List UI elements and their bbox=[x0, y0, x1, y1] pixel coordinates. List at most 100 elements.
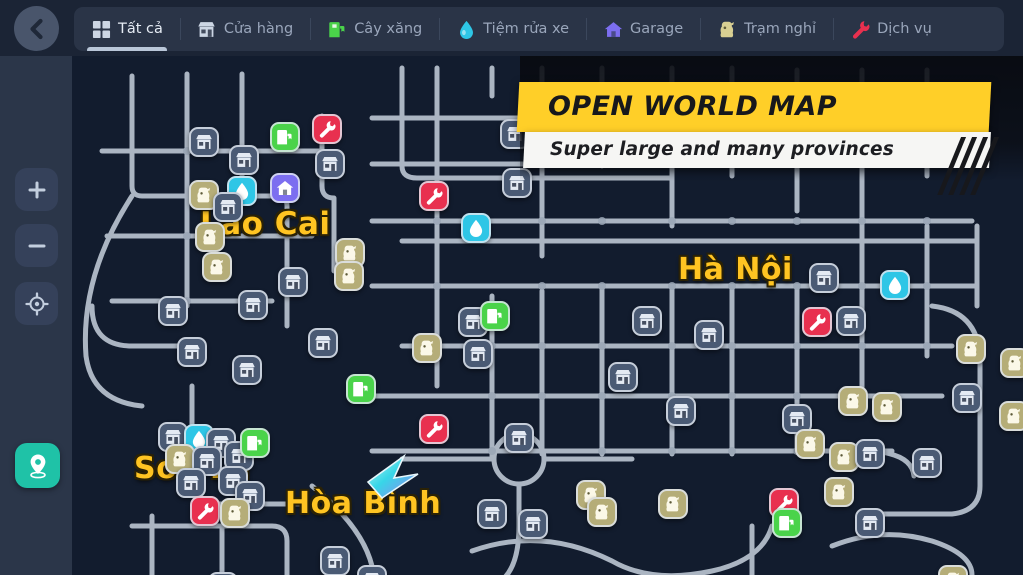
map-pin-icon bbox=[26, 453, 50, 479]
map-marker-service[interactable] bbox=[419, 414, 449, 444]
map-marker-shop[interactable] bbox=[176, 468, 206, 498]
water-drop-icon bbox=[456, 19, 476, 39]
tab-label: Tiệm rửa xe bbox=[483, 21, 569, 37]
tab-dịch-vụ[interactable]: Dịch vụ bbox=[833, 7, 949, 51]
shop-icon bbox=[524, 515, 542, 533]
map-marker-rest[interactable] bbox=[795, 429, 825, 459]
tab-cây-xăng[interactable]: Cây xăng bbox=[310, 7, 439, 51]
wrench-icon bbox=[851, 20, 870, 39]
rest-stop-icon bbox=[418, 339, 436, 357]
map-marker-rest[interactable] bbox=[872, 392, 902, 422]
map-marker-gas[interactable] bbox=[240, 428, 270, 458]
map-marker-rest[interactable] bbox=[938, 565, 968, 575]
shop-icon bbox=[235, 151, 253, 169]
tab-tất-cả[interactable]: Tất cả bbox=[74, 7, 180, 51]
map-marker-rest[interactable] bbox=[956, 334, 986, 364]
map-marker-service[interactable] bbox=[802, 307, 832, 337]
map-marker-rest[interactable] bbox=[1000, 348, 1023, 378]
back-button[interactable] bbox=[14, 6, 59, 51]
shop-icon bbox=[182, 474, 200, 492]
shop-icon bbox=[700, 326, 718, 344]
map-marker-rest[interactable] bbox=[999, 401, 1023, 431]
map-marker-service[interactable] bbox=[190, 496, 220, 526]
banner-slash-decoration-icon bbox=[946, 137, 992, 195]
tab-trạm-nghỉ[interactable]: Trạm nghỉ bbox=[700, 7, 833, 51]
map-marker-rest[interactable] bbox=[412, 333, 442, 363]
promo-banner-title: OPEN WORLD MAP bbox=[548, 91, 878, 122]
rest-stop-icon bbox=[718, 20, 737, 39]
water-drop-icon bbox=[457, 20, 476, 39]
map-marker-shop[interactable] bbox=[238, 290, 268, 320]
map-marker-shop[interactable] bbox=[666, 396, 696, 426]
zoom-out-button[interactable] bbox=[15, 224, 58, 267]
map-marker-wash[interactable] bbox=[880, 270, 910, 300]
plus-icon bbox=[26, 179, 48, 201]
map-marker-garage[interactable] bbox=[270, 173, 300, 203]
chevron-left-icon bbox=[26, 18, 48, 40]
tab-garage[interactable]: Garage bbox=[586, 7, 700, 51]
tab-tiệm-rửa-xe[interactable]: Tiệm rửa xe bbox=[439, 7, 586, 51]
map-marker-shop[interactable] bbox=[229, 145, 259, 175]
wrench-icon bbox=[808, 313, 826, 331]
shop-icon bbox=[164, 302, 182, 320]
map-marker-shop[interactable] bbox=[952, 383, 982, 413]
map-marker-shop[interactable] bbox=[308, 328, 338, 358]
map-marker-shop[interactable] bbox=[855, 508, 885, 538]
map-marker-shop[interactable] bbox=[357, 565, 387, 575]
map-marker-shop[interactable] bbox=[855, 439, 885, 469]
map-marker-shop[interactable] bbox=[836, 306, 866, 336]
map-marker-gas[interactable] bbox=[346, 374, 376, 404]
map-cursor-arrow-icon bbox=[364, 452, 422, 500]
map-marker-shop[interactable] bbox=[315, 149, 345, 179]
map-marker-wash[interactable] bbox=[461, 213, 491, 243]
shop-icon bbox=[861, 514, 879, 532]
map-marker-shop[interactable] bbox=[632, 306, 662, 336]
zoom-in-button[interactable] bbox=[15, 168, 58, 211]
recenter-button[interactable] bbox=[15, 282, 58, 325]
map-marker-rest[interactable] bbox=[824, 477, 854, 507]
map-marker-shop[interactable] bbox=[232, 355, 262, 385]
map-marker-rest[interactable] bbox=[334, 261, 364, 291]
map-marker-shop[interactable] bbox=[213, 192, 243, 222]
map-marker-shop[interactable] bbox=[189, 127, 219, 157]
house-icon bbox=[603, 19, 623, 39]
category-tab-bar[interactable]: Tất cảCửa hàng Cây xăng Tiệm rửa xe GarageT… bbox=[74, 7, 1004, 51]
shop-icon bbox=[238, 361, 256, 379]
map-marker-shop[interactable] bbox=[158, 296, 188, 326]
map-marker-shop[interactable] bbox=[608, 362, 638, 392]
map-marker-shop[interactable] bbox=[504, 423, 534, 453]
map-marker-shop[interactable] bbox=[912, 448, 942, 478]
map-marker-service[interactable] bbox=[419, 181, 449, 211]
shop-icon bbox=[483, 505, 501, 523]
map-marker-shop[interactable] bbox=[477, 499, 507, 529]
tab-label: Cây xăng bbox=[354, 21, 422, 37]
my-location-button[interactable] bbox=[15, 443, 60, 488]
map-marker-service[interactable] bbox=[312, 114, 342, 144]
shop-icon bbox=[672, 402, 690, 420]
map-marker-shop[interactable] bbox=[518, 509, 548, 539]
map-marker-rest[interactable] bbox=[220, 498, 250, 528]
crosshair-icon bbox=[25, 292, 49, 316]
map-marker-shop[interactable] bbox=[278, 267, 308, 297]
map-marker-gas[interactable] bbox=[480, 301, 510, 331]
shop-icon bbox=[219, 198, 237, 216]
map-marker-shop[interactable] bbox=[694, 320, 724, 350]
rest-stop-icon bbox=[1006, 354, 1023, 372]
map-marker-shop[interactable] bbox=[320, 546, 350, 575]
grid-icon bbox=[91, 19, 111, 39]
tab-cửa-hàng[interactable]: Cửa hàng bbox=[180, 7, 310, 51]
map-marker-gas[interactable] bbox=[772, 508, 802, 538]
map-marker-gas[interactable] bbox=[270, 122, 300, 152]
map-marker-rest[interactable] bbox=[587, 497, 617, 527]
rest-stop-icon bbox=[341, 244, 359, 262]
rest-stop-icon bbox=[171, 450, 189, 468]
map-marker-rest[interactable] bbox=[195, 222, 225, 252]
map-marker-rest[interactable] bbox=[658, 489, 688, 519]
map-marker-rest[interactable] bbox=[202, 252, 232, 282]
map-marker-shop[interactable] bbox=[463, 339, 493, 369]
map-marker-shop[interactable] bbox=[809, 263, 839, 293]
map-marker-shop[interactable] bbox=[177, 337, 207, 367]
wrench-icon bbox=[318, 120, 336, 138]
water-drop-icon bbox=[886, 276, 904, 294]
map-marker-rest[interactable] bbox=[838, 386, 868, 416]
